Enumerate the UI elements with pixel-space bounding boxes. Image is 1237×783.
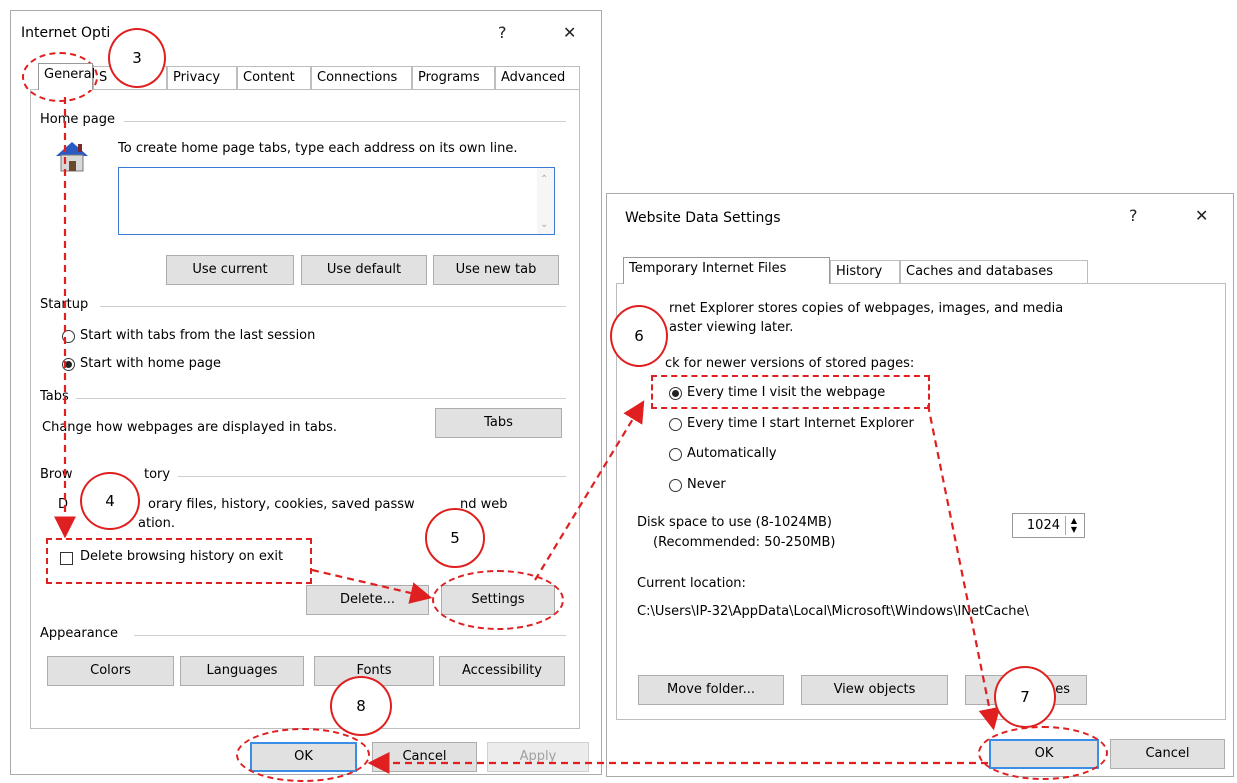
callout-3: 3 bbox=[108, 28, 166, 88]
tabs-description: Change how webpages are displayed in tab… bbox=[42, 420, 338, 435]
browsing-history-text-2a: fo bbox=[58, 516, 71, 531]
disk-space-value: 1024 bbox=[1026, 518, 1060, 533]
current-location-label: Current location: bbox=[637, 576, 746, 591]
close-icon[interactable]: ✕ bbox=[563, 23, 576, 42]
apply-button[interactable]: Apply bbox=[487, 742, 589, 772]
tab-content[interactable]: Content bbox=[237, 66, 311, 90]
highlight-ok-internet-options bbox=[236, 728, 370, 782]
automatically-label: Automatically bbox=[687, 446, 777, 461]
home-page-textarea[interactable]: ⌃ ⌄ bbox=[118, 167, 555, 235]
startup-last-session-label: Start with tabs from the last session bbox=[80, 328, 316, 343]
tab-temporary-internet-files[interactable]: Temporary Internet Files bbox=[623, 257, 830, 284]
section-home-page: Home page bbox=[40, 112, 119, 127]
textarea-scrollbar[interactable]: ⌃ ⌄ bbox=[537, 168, 554, 234]
temporary-files-panel bbox=[616, 283, 1226, 720]
startup-home-page-radio[interactable] bbox=[62, 358, 75, 371]
section-browsing-history-tail: tory bbox=[144, 467, 171, 482]
languages-button[interactable]: Languages bbox=[180, 656, 304, 686]
view-objects-button[interactable]: View objects bbox=[801, 675, 948, 705]
tab-programs[interactable]: Programs bbox=[412, 66, 495, 90]
highlight-every-visit-option bbox=[651, 375, 930, 409]
use-new-tab-button[interactable]: Use new tab bbox=[433, 255, 559, 285]
tab-privacy[interactable]: Privacy bbox=[167, 66, 237, 90]
section-browsing-history: Brow bbox=[40, 467, 77, 482]
automatically-radio[interactable] bbox=[669, 448, 682, 461]
accessibility-button[interactable]: Accessibility bbox=[439, 656, 565, 686]
close-icon[interactable]: ✕ bbox=[1195, 206, 1208, 225]
tab-general[interactable]: General bbox=[38, 63, 95, 90]
tab-advanced[interactable]: Advanced bbox=[495, 66, 580, 90]
tabs-button[interactable]: Tabs bbox=[435, 408, 562, 438]
browsing-history-text-1a: D bbox=[58, 497, 69, 512]
help-button[interactable]: ? bbox=[498, 23, 507, 42]
current-location-path: C:\Users\IP-32\AppData\Local\Microsoft\W… bbox=[637, 604, 1029, 619]
tab-connections[interactable]: Connections bbox=[311, 66, 412, 90]
help-button[interactable]: ? bbox=[1129, 206, 1138, 225]
every-start-radio[interactable] bbox=[669, 418, 682, 431]
check-newer-label: ck for newer versions of stored pages: bbox=[665, 356, 915, 371]
use-current-button[interactable]: Use current bbox=[166, 255, 294, 285]
disk-space-spinner[interactable]: 1024 ▲ ▼ bbox=[1012, 513, 1085, 538]
startup-last-session-radio[interactable] bbox=[62, 330, 75, 343]
cancel-button[interactable]: Cancel bbox=[372, 742, 477, 772]
home-page-instruction: To create home page tabs, type each addr… bbox=[118, 141, 518, 156]
dialog-title: Internet Opti bbox=[21, 25, 111, 41]
house-icon bbox=[52, 138, 92, 174]
delete-button[interactable]: Delete... bbox=[306, 585, 429, 615]
spinner-arrows-icon[interactable]: ▲ ▼ bbox=[1065, 516, 1082, 535]
callout-6: 6 bbox=[610, 305, 668, 367]
startup-home-page-label: Start with home page bbox=[80, 356, 222, 371]
use-default-button[interactable]: Use default bbox=[301, 255, 427, 285]
highlight-ok-website-data bbox=[978, 726, 1108, 780]
never-label: Never bbox=[687, 477, 726, 492]
disk-space-recommended: (Recommended: 50-250MB) bbox=[653, 535, 836, 550]
tab-history[interactable]: History bbox=[830, 260, 900, 284]
description-line-2: aster viewing later. bbox=[669, 320, 794, 335]
callout-4: 4 bbox=[80, 472, 140, 530]
highlight-delete-on-exit bbox=[46, 538, 312, 584]
move-folder-button[interactable]: Move folder... bbox=[638, 675, 784, 705]
browsing-history-text-1b: orary files, history, cookies, saved pas… bbox=[148, 497, 415, 512]
tab-caches-databases[interactable]: Caches and databases bbox=[900, 260, 1088, 284]
section-startup: Startup bbox=[40, 297, 93, 312]
callout-7: 7 bbox=[994, 666, 1056, 728]
dialog-title: Website Data Settings bbox=[625, 210, 781, 226]
section-appearance: Appearance bbox=[40, 626, 123, 641]
highlight-settings-button bbox=[432, 570, 564, 630]
cancel-button-website-data[interactable]: Cancel bbox=[1110, 739, 1225, 769]
every-start-label: Every time I start Internet Explorer bbox=[687, 416, 914, 431]
description-line-1: rnet Explorer stores copies of webpages,… bbox=[669, 301, 1064, 316]
callout-8: 8 bbox=[330, 676, 392, 736]
colors-button[interactable]: Colors bbox=[47, 656, 174, 686]
section-tabs: Tabs bbox=[40, 389, 73, 404]
disk-space-label: Disk space to use (8-1024MB) bbox=[637, 515, 832, 530]
never-radio[interactable] bbox=[669, 479, 682, 492]
callout-5: 5 bbox=[425, 508, 485, 568]
browsing-history-text-2b: ation. bbox=[138, 516, 176, 531]
